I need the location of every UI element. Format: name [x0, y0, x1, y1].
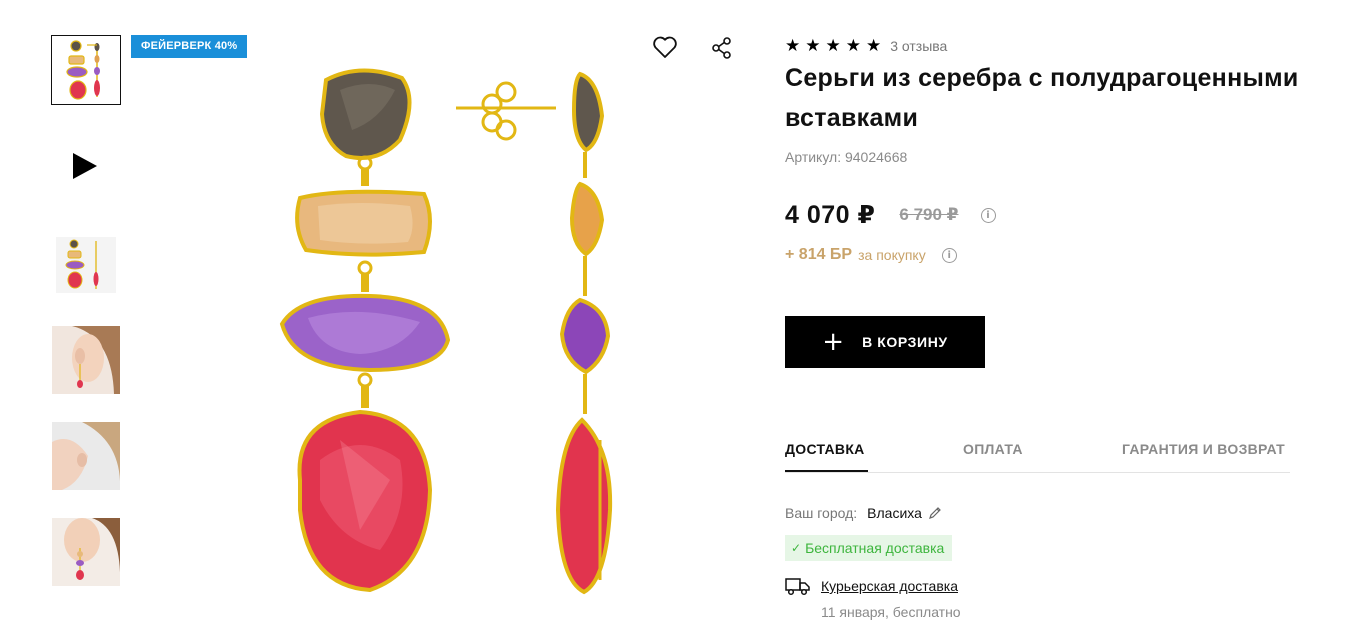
bonus-info-icon[interactable]: i [941, 247, 957, 263]
active-tab-indicator [785, 470, 868, 472]
heart-icon[interactable] [652, 35, 678, 59]
free-delivery-badge: ✓ Бесплатная доставка [785, 535, 953, 561]
current-price: 4 070 ₽ [785, 201, 876, 229]
article-number: Артикул: 94024668 [785, 149, 908, 165]
old-price: 6 790 ₽ [899, 205, 959, 224]
sale-badge: ФЕЙЕРВЕРК 40% [131, 35, 248, 58]
price-info-icon[interactable]: i [980, 207, 996, 223]
bonus-row: + 814 БР за покупку i [785, 246, 957, 264]
earrings-main-image [279, 68, 613, 595]
courier-delivery: Курьерская доставка [785, 576, 958, 596]
thumbnail-earrings-2[interactable] [51, 230, 121, 300]
model-ear-photo-3 [52, 518, 120, 586]
bonus-note: за покупку [858, 247, 926, 263]
thumbnail-model-2[interactable] [51, 421, 121, 491]
earrings-thumbnail-image [66, 40, 100, 100]
thumbnail-earrings[interactable] [51, 35, 121, 105]
tab-delivery[interactable]: ДОСТАВКА [785, 441, 865, 457]
reviews-link[interactable]: 3 отзыва [890, 38, 947, 54]
city-row: Ваш город: Власиха [785, 505, 942, 521]
check-icon: ✓ [791, 541, 802, 555]
pencil-icon[interactable] [928, 506, 942, 520]
courier-delivery-link[interactable]: Курьерская доставка [821, 578, 958, 594]
share-icon[interactable] [711, 37, 733, 59]
city-name[interactable]: Власиха [867, 505, 922, 521]
tab-payment[interactable]: ОПЛАТА [963, 441, 1023, 457]
add-to-cart-button[interactable]: + В КОРЗИНУ [785, 316, 985, 368]
rating-stars-icon: ★★★★★ [785, 36, 887, 56]
plus-icon: + [822, 327, 845, 357]
rating: ★★★★★ 3 отзыва [785, 36, 947, 56]
product-title: Серьги из серебра с полудрагоценными вст… [785, 64, 1299, 132]
model-ear-photo-2 [52, 422, 120, 490]
free-delivery-label: Бесплатная доставка [805, 540, 945, 556]
earrings-thumbnail-image-2 [56, 237, 116, 293]
add-to-cart-label: В КОРЗИНУ [862, 334, 948, 350]
play-video-icon[interactable] [73, 153, 97, 179]
info-tabs: ДОСТАВКА ОПЛАТА ГАРАНТИЯ И ВОЗВРАТ [785, 437, 1290, 473]
price-row: 4 070 ₽ 6 790 ₽ i [785, 200, 996, 230]
model-ear-photo-1 [52, 326, 120, 394]
courier-delivery-date: 11 января, бесплатно [821, 604, 961, 620]
tab-warranty-return[interactable]: ГАРАНТИЯ И ВОЗВРАТ [1122, 441, 1285, 457]
thumbnail-model-3[interactable] [51, 517, 121, 587]
truck-icon [785, 578, 810, 596]
thumbnail-model-1[interactable] [51, 325, 121, 395]
bonus-points: + 814 БР [785, 246, 853, 263]
city-label: Ваш город: [785, 505, 858, 521]
